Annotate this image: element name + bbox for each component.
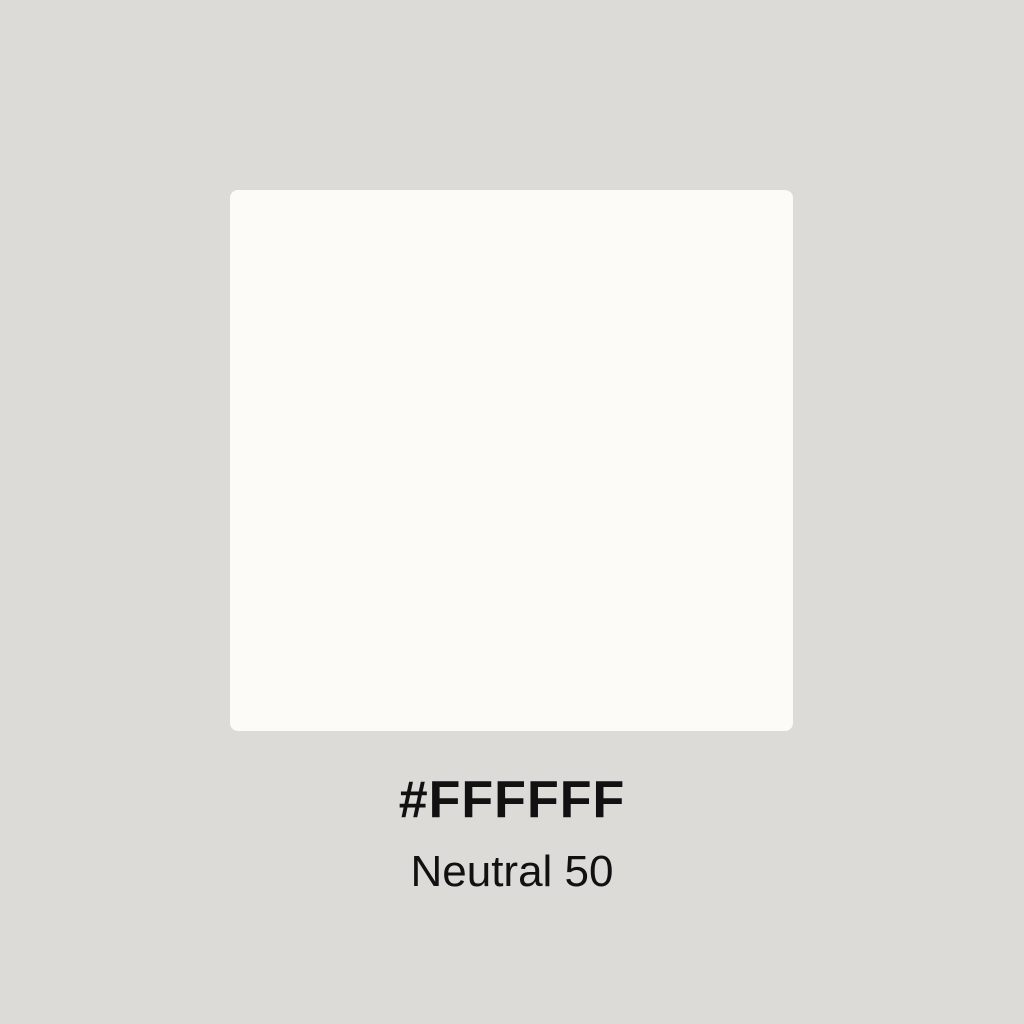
color-swatch-page: { "swatch": { "hex": "#FFFFFF", "name": … xyxy=(0,0,1024,1024)
hex-code-label: #FFFFFF xyxy=(398,771,626,829)
swatch-name-label: Neutral 50 xyxy=(410,847,614,896)
color-swatch xyxy=(230,190,793,731)
